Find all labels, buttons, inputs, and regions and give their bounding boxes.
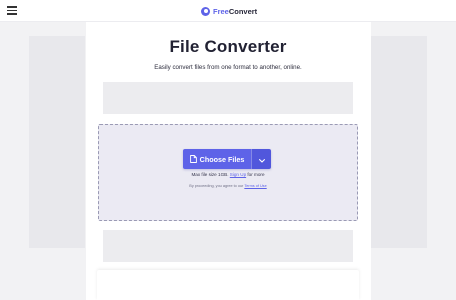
choose-files-button[interactable]: Choose Files <box>183 149 251 169</box>
sign-up-link[interactable]: Sign Up <box>230 172 246 177</box>
bottom-ad-placeholder <box>103 230 353 262</box>
content-card <box>97 270 359 300</box>
file-icon <box>189 155 197 163</box>
brand-name: FreeConvert <box>213 6 258 16</box>
upload-source-dropdown-button[interactable] <box>251 149 271 169</box>
choose-files-label: Choose Files <box>199 154 245 164</box>
brand-logo-link[interactable]: FreeConvert <box>201 5 257 17</box>
max-file-size-note: Max file size 1GB. Sign Up for more <box>191 172 265 177</box>
hamburger-menu-icon[interactable] <box>7 6 17 15</box>
page-title: File Converter <box>169 37 287 56</box>
terms-notice: By proceeding, you agree to our Terms of… <box>189 184 267 188</box>
choose-files-button-group: Choose Files <box>183 149 271 169</box>
top-ad-placeholder <box>103 82 353 114</box>
terms-of-use-link[interactable]: Terms of Use <box>244 184 266 188</box>
chevron-down-icon <box>258 150 265 168</box>
freeconvert-logo-icon <box>201 6 210 16</box>
page-subtitle: Easily convert files from one format to … <box>154 64 302 71</box>
top-navigation-bar: FreeConvert <box>0 0 456 22</box>
